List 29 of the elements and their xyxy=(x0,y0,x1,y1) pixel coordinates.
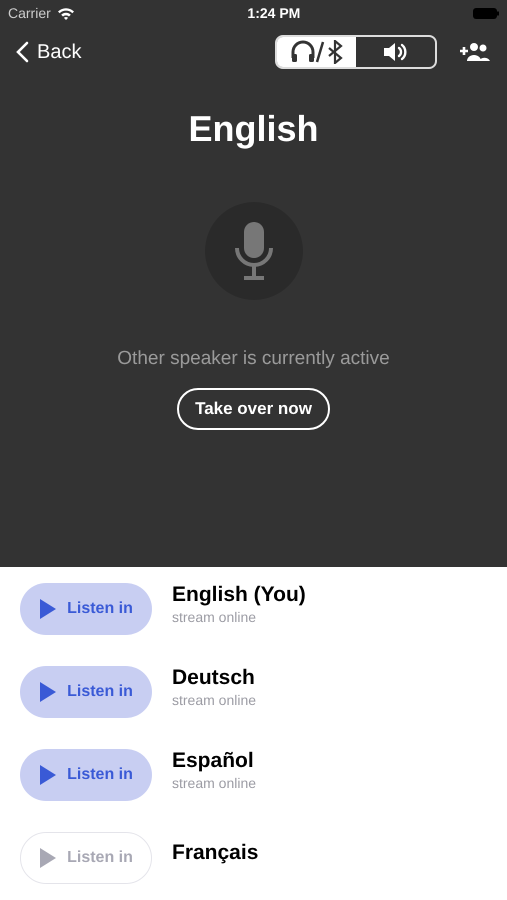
language-name: Deutsch xyxy=(172,666,256,690)
add-people-icon xyxy=(459,42,491,62)
play-icon xyxy=(39,598,58,620)
battery-icon xyxy=(472,8,499,18)
speaker-status-text: Other speaker is currently active xyxy=(117,348,390,370)
listen-in-button[interactable]: Listen in xyxy=(20,666,152,718)
carrier-label: Carrier xyxy=(8,5,51,21)
language-name: Français xyxy=(172,841,258,865)
play-icon xyxy=(39,764,58,786)
speaker-icon xyxy=(382,41,410,63)
add-people-button[interactable] xyxy=(459,42,491,62)
listen-in-button[interactable]: Listen in xyxy=(20,583,152,635)
clock-label: 1:24 PM xyxy=(247,5,300,21)
take-over-button[interactable]: Take over now xyxy=(177,388,330,430)
language-title: English xyxy=(188,108,318,150)
language-name: English (You) xyxy=(172,583,306,607)
play-icon xyxy=(39,847,58,869)
stream-status: stream online xyxy=(172,775,256,791)
stream-status: stream online xyxy=(172,609,258,625)
headphones-bluetooth-tab[interactable] xyxy=(277,37,356,67)
play-icon xyxy=(39,681,58,703)
headphones-bluetooth-icon xyxy=(290,40,344,64)
listen-in-button[interactable]: Listen in xyxy=(20,832,152,884)
back-button[interactable]: Back xyxy=(16,40,82,64)
wifi-icon xyxy=(56,6,75,20)
stream-status: stream online xyxy=(172,692,256,708)
language-name: Español xyxy=(172,749,255,773)
listen-in-button[interactable]: Listen in xyxy=(20,749,152,801)
chevron-left-icon xyxy=(16,41,29,63)
